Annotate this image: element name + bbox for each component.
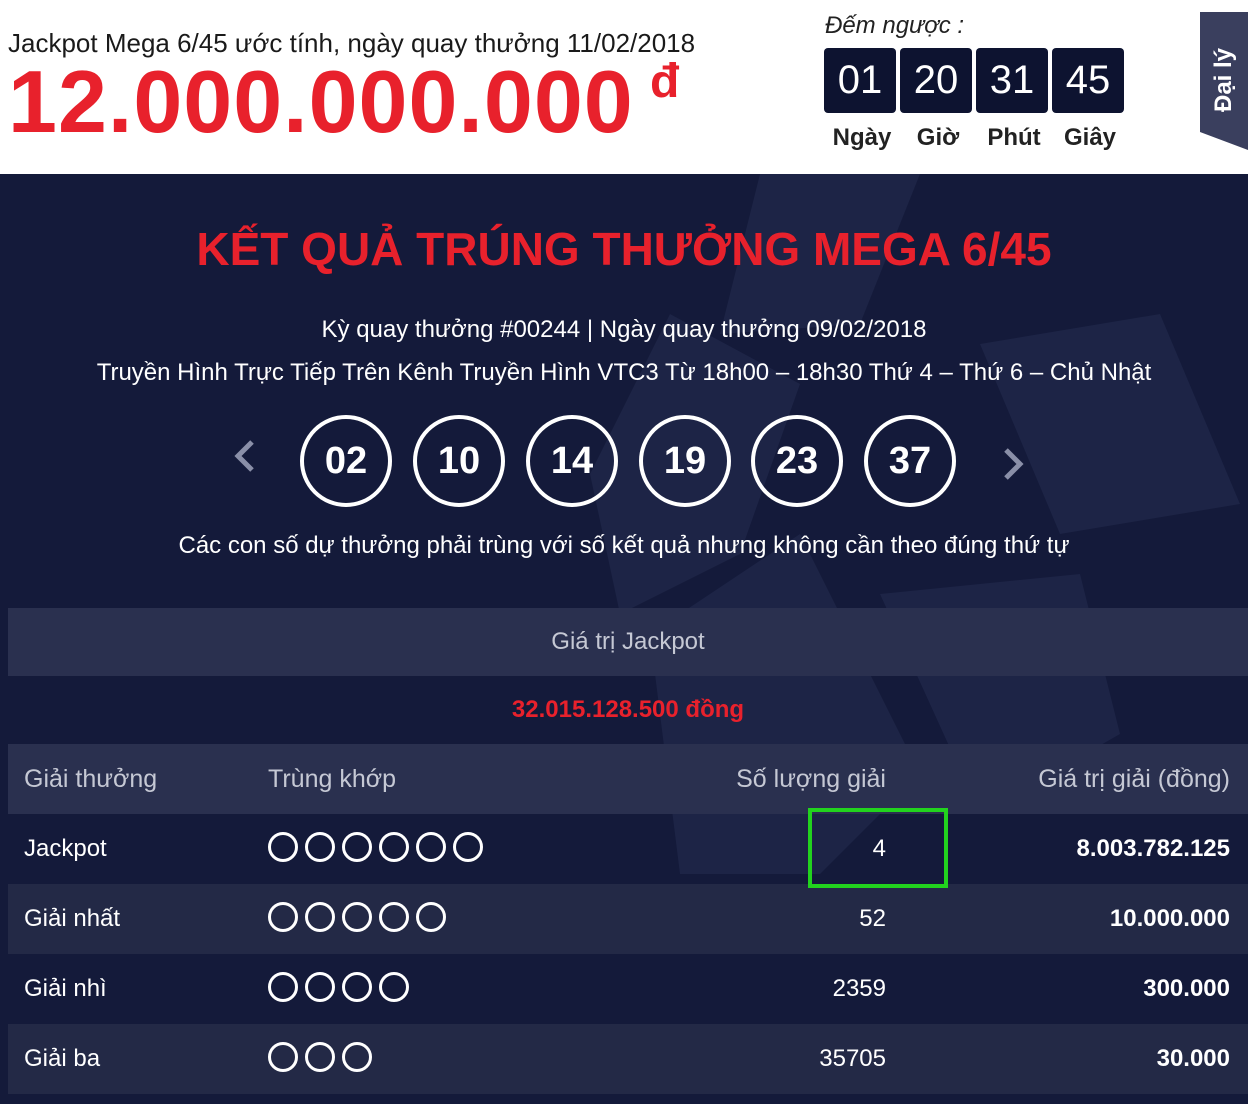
previous-draw-chevron-left-icon[interactable] [230, 436, 260, 476]
match-circle-icon [268, 832, 298, 862]
winner-count: 2359 [832, 975, 886, 1002]
match-circle-icon [416, 902, 446, 932]
col-header-winners: Số lượng giải [736, 765, 886, 793]
jackpot-header: Jackpot Mega 6/45 ước tính, ngày quay th… [0, 0, 1248, 174]
col-header-prize: Giải thưởng [24, 765, 158, 793]
match-circle-icon [342, 972, 372, 1002]
match-circle-icon [342, 1042, 372, 1072]
prize-name: Giải nhì [24, 975, 107, 1002]
winning-number-ball: 19 [639, 415, 731, 507]
countdown-minutes: 31 [976, 48, 1048, 113]
prize-name: Giải ba [24, 1045, 101, 1072]
jackpot-amount: 12.000.000.000 [8, 52, 634, 151]
results-title: KẾT QUẢ TRÚNG THƯỞNG MEGA 6/45 [196, 223, 1052, 275]
col-header-value: Giá trị giải (đồng) [1038, 765, 1230, 793]
match-circles [268, 832, 483, 862]
winning-number-ball: 23 [751, 415, 843, 507]
countdown-days: 01 [824, 48, 896, 113]
match-circle-icon [268, 972, 298, 1002]
broadcast-info: Truyền Hình Trực Tiếp Trên Kênh Truyền H… [96, 359, 1152, 386]
table-row: Jackpot 4 8.003.782.125 [8, 814, 1248, 884]
col-header-match: Trùng khớp [268, 765, 397, 793]
match-circles [268, 902, 446, 932]
match-circles [268, 972, 409, 1002]
winning-number-ball: 02 [300, 415, 392, 507]
table-row: Giải nhất 52 10.000.000 [8, 884, 1248, 954]
countdown-seconds: 45 [1052, 48, 1124, 113]
match-circle-icon [305, 832, 335, 862]
winning-number-ball: 10 [413, 415, 505, 507]
draw-info: Kỳ quay thưởng #00244 | Ngày quay thưởng… [321, 316, 927, 343]
countdown-hours: 20 [900, 48, 972, 113]
prize-value: 8.003.782.125 [1076, 835, 1230, 862]
match-circle-icon [305, 972, 335, 1002]
match-circle-icon [379, 832, 409, 862]
winning-number-ball: 37 [864, 415, 956, 507]
prize-value: 30.000 [1156, 1045, 1230, 1072]
table-row: Giải ba 35705 30.000 [8, 1024, 1248, 1094]
match-circle-icon [305, 1042, 335, 1072]
match-circle-icon [416, 832, 446, 862]
prize-table-header: Giải thưởng Trùng khớp Số lượng giải Giá… [8, 744, 1248, 814]
next-draw-chevron-right-icon[interactable] [998, 444, 1028, 484]
match-circle-icon [305, 902, 335, 932]
countdown-label: Đếm ngược : [825, 12, 965, 39]
jackpot-value-amount: 32.015.128.500 đồng [511, 696, 745, 723]
countdown-minutes-label: Phút [987, 124, 1041, 151]
match-circle-icon [453, 832, 483, 862]
winning-number-ball: 14 [526, 415, 618, 507]
winner-count-highlight-box [808, 808, 948, 888]
match-circle-icon [342, 832, 372, 862]
jackpot-value-label: Giá trị Jackpot [8, 608, 1248, 676]
agent-tab-label[interactable]: Đại lý [1210, 48, 1238, 112]
countdown-days-label: Ngày [832, 124, 892, 151]
match-circle-icon [342, 902, 372, 932]
prize-name: Jackpot [24, 835, 107, 862]
winner-count: 52 [859, 905, 886, 932]
results-panel: KẾT QUẢ TRÚNG THƯỞNG MEGA 6/45 Kỳ quay t… [0, 174, 1248, 1104]
countdown-hours-label: Giờ [916, 124, 960, 151]
currency-symbol: đ [650, 55, 680, 108]
matching-rule-note: Các con số dự thưởng phải trùng với số k… [178, 532, 1070, 559]
match-circle-icon [268, 902, 298, 932]
winner-count: 35705 [819, 1045, 886, 1072]
prize-value: 300.000 [1143, 975, 1230, 1002]
table-row: Giải nhì 2359 300.000 [8, 954, 1248, 1024]
match-circle-icon [379, 972, 409, 1002]
match-circles [268, 1042, 372, 1072]
prize-name: Giải nhất [24, 905, 121, 932]
countdown-seconds-label: Giây [1063, 124, 1117, 151]
match-circle-icon [268, 1042, 298, 1072]
agent-tab[interactable]: Đại lý [1200, 12, 1248, 148]
prize-value: 10.000.000 [1109, 905, 1230, 932]
match-circle-icon [379, 902, 409, 932]
